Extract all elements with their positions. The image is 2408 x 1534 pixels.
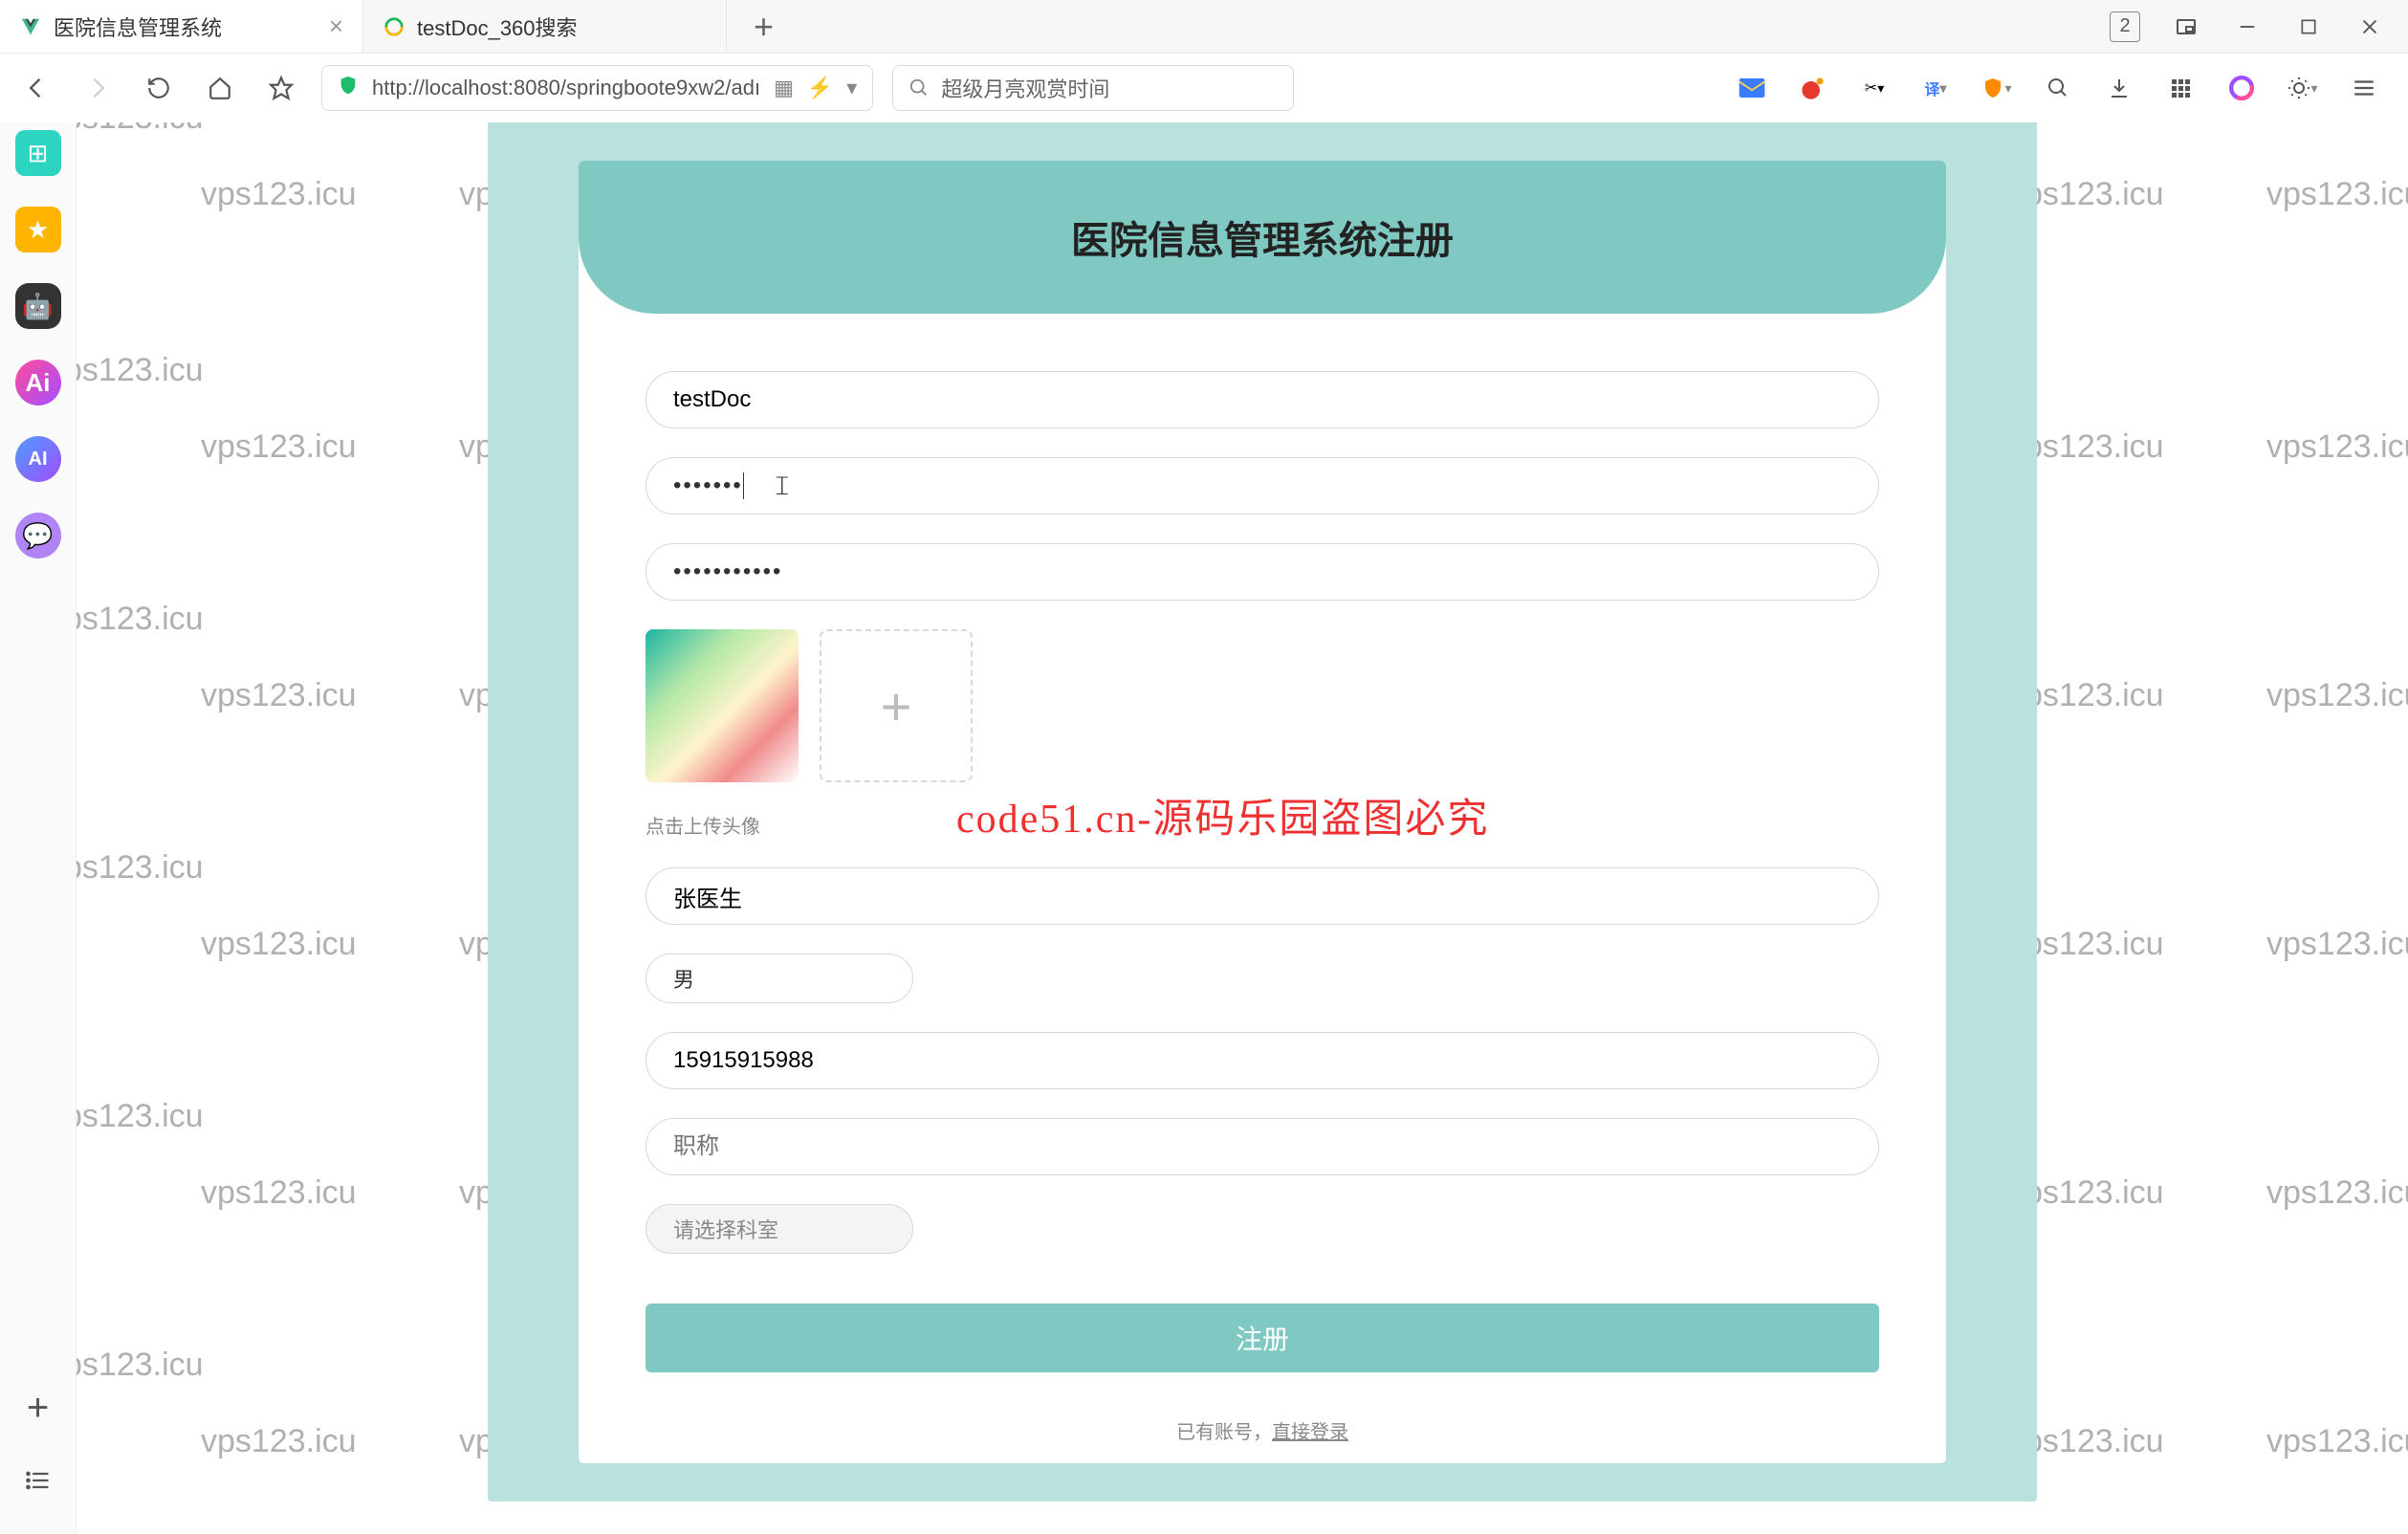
department-select[interactable]: 请选择科室 xyxy=(646,1204,913,1254)
sidebar-app-ai2[interactable]: AI xyxy=(15,436,61,482)
weibo-icon[interactable] xyxy=(1796,71,1830,105)
title-input[interactable] xyxy=(646,1118,1879,1175)
phone-input[interactable] xyxy=(646,1032,1879,1089)
search-input[interactable]: 超级月亮观赏时间 xyxy=(892,65,1294,111)
vue-favicon-icon xyxy=(19,15,42,38)
phone-value[interactable] xyxy=(673,1047,1851,1074)
ibeam-cursor-icon: 𝙸 xyxy=(773,471,792,502)
favorite-button[interactable] xyxy=(260,67,302,109)
doctor-name-input[interactable] xyxy=(646,867,1879,925)
text-cursor xyxy=(743,472,744,499)
search-placeholder: 超级月亮观赏时间 xyxy=(941,73,1109,103)
login-prompt: 已有账号， xyxy=(1176,1422,1272,1443)
tab-bar: 登录账号 医院信息管理系统 × testDoc_360搜索 + 2 xyxy=(0,0,2408,54)
register-header: 医院信息管理系统注册 xyxy=(579,161,1946,314)
register-form: ••••••• 𝙸 ••••••••••• + 点击上传头像 男 xyxy=(579,314,1946,1444)
mail-icon[interactable] xyxy=(1735,71,1769,105)
url-text: http://localhost:8080/springboote9xw2/ad… xyxy=(372,76,760,100)
apps-grid-icon[interactable] xyxy=(2163,71,2198,105)
register-panel: 医院信息管理系统注册 ••••••• 𝙸 ••••••••••• + 点击上传头像 xyxy=(488,122,2037,1501)
sidebar-app-star[interactable]: ★ xyxy=(15,207,61,252)
confirm-password-input[interactable]: ••••••••••• xyxy=(646,543,1879,601)
home-button[interactable] xyxy=(199,67,241,109)
tab-hospital-system[interactable]: 医院信息管理系统 × xyxy=(0,0,363,53)
close-icon[interactable]: × xyxy=(329,11,343,41)
password-input[interactable]: ••••••• 𝙸 xyxy=(646,457,1879,515)
shield-orange-icon[interactable]: ▾ xyxy=(1980,71,2014,105)
search-toolbar-icon[interactable] xyxy=(2041,71,2075,105)
forward-button[interactable] xyxy=(77,67,119,109)
sidebar-app-1[interactable]: ⊞ xyxy=(15,130,61,176)
new-tab-button[interactable]: + xyxy=(727,7,800,47)
gender-select[interactable]: 男 xyxy=(646,953,913,1003)
colorful-circle-icon[interactable] xyxy=(2224,71,2259,105)
qr-icon[interactable]: ▦ xyxy=(774,76,794,100)
register-button[interactable]: 注册 xyxy=(646,1304,1879,1372)
toolbar-icons: ✂▾ 译▾ ▾ ▾ xyxy=(1735,71,2393,105)
sidebar-app-bot[interactable]: 🤖 xyxy=(15,283,61,329)
sidebar-app-chat[interactable]: 💬 xyxy=(15,513,61,559)
pip-icon[interactable] xyxy=(2171,11,2201,42)
security-shield-icon xyxy=(338,75,359,101)
sidebar-app-ai[interactable]: Ai xyxy=(15,360,61,405)
tab-testdoc-search[interactable]: testDoc_360搜索 xyxy=(363,0,727,53)
scissors-icon[interactable]: ✂▾ xyxy=(1857,71,1892,105)
translate-icon[interactable]: 译▾ xyxy=(1918,71,1953,105)
speed-icon[interactable]: ⚡ xyxy=(807,76,833,100)
title-value[interactable] xyxy=(673,1133,1851,1160)
chevron-down-icon[interactable]: ▾ xyxy=(846,76,857,100)
left-sidebar: ⊞ ★ 🤖 Ai AI 💬 + xyxy=(0,122,77,1534)
theme-icon[interactable]: ▾ xyxy=(2286,71,2320,105)
register-button-label: 注册 xyxy=(1236,1319,1289,1357)
department-placeholder: 请选择科室 xyxy=(673,1214,778,1244)
download-icon[interactable] xyxy=(2102,71,2136,105)
360-favicon-icon xyxy=(383,15,405,38)
username-value[interactable] xyxy=(673,386,1851,413)
confirm-password-value: ••••••••••• xyxy=(673,559,782,585)
minimize-icon[interactable] xyxy=(2232,11,2263,42)
gender-value: 男 xyxy=(673,963,694,994)
address-bar: http://localhost:8080/springboote9xw2/ad… xyxy=(0,54,2408,122)
search-icon xyxy=(908,77,930,99)
tab-title: 医院信息管理系统 xyxy=(54,11,222,42)
close-window-icon[interactable] xyxy=(2354,11,2385,42)
avatar-row: + xyxy=(646,629,1879,782)
username-input[interactable] xyxy=(646,371,1879,428)
browser-chrome: 登录账号 医院信息管理系统 × testDoc_360搜索 + 2 xyxy=(0,0,2408,123)
doctor-name-value[interactable] xyxy=(673,883,1851,909)
avatar-hint: 点击上传头像 xyxy=(646,811,1879,839)
menu-icon[interactable] xyxy=(2347,71,2381,105)
register-title: 医院信息管理系统注册 xyxy=(1071,209,1454,265)
tab-count-badge[interactable]: 2 xyxy=(2110,11,2140,42)
url-input[interactable]: http://localhost:8080/springboote9xw2/ad… xyxy=(321,65,873,111)
avatar-upload-button[interactable]: + xyxy=(820,629,973,782)
login-link[interactable]: 直接登录 xyxy=(1272,1422,1348,1443)
tab-title: testDoc_360搜索 xyxy=(417,11,578,42)
avatar-preview[interactable] xyxy=(646,629,799,782)
maximize-icon[interactable] xyxy=(2293,11,2324,42)
login-link-row: 已有账号，直接登录 xyxy=(646,1416,1879,1444)
sidebar-add[interactable]: + xyxy=(15,1385,61,1431)
password-value: ••••••• xyxy=(673,472,743,499)
window-controls: 2 xyxy=(2110,11,2408,42)
page-viewport: // placeholder – watermarks rendered sta… xyxy=(77,122,2408,1534)
reload-button[interactable] xyxy=(138,67,180,109)
register-card: 医院信息管理系统注册 ••••••• 𝙸 ••••••••••• + 点击上传头像 xyxy=(579,161,1946,1463)
back-button[interactable] xyxy=(15,67,57,109)
sidebar-list[interactable] xyxy=(15,1457,61,1503)
